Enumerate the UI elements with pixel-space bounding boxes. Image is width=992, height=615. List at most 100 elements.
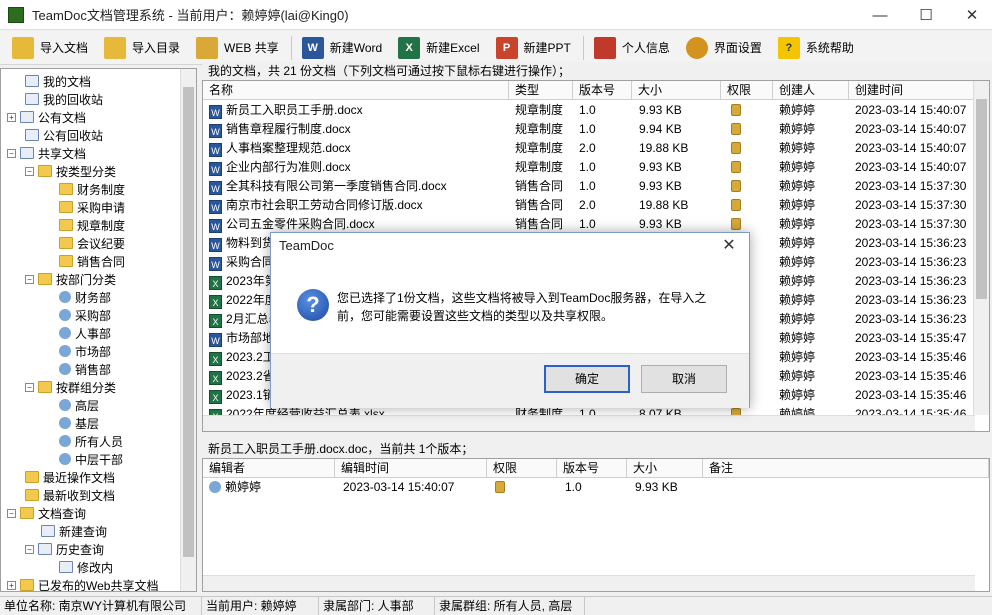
col-header-created-time[interactable]: 创建时间 — [849, 81, 975, 100]
version-hscrollbar[interactable] — [203, 575, 975, 591]
doc-creator: 赖婷婷 — [779, 198, 816, 212]
tree-item-new-query[interactable]: 新建查询 — [41, 522, 107, 540]
query-icon — [59, 561, 73, 573]
excel-file-icon: X — [209, 295, 222, 309]
doclist-scroll-thumb[interactable] — [976, 99, 987, 299]
tree-item-by-group[interactable]: − 按群组分类 — [25, 378, 116, 396]
ppt-icon: P — [495, 36, 518, 59]
department-icon — [59, 345, 71, 357]
col-header-v-version[interactable]: 版本号 — [557, 459, 627, 478]
collapse-icon[interactable]: − — [25, 382, 34, 392]
tree-item-shared-docs[interactable]: − 共享文档 — [7, 144, 86, 162]
col-header-edit-time[interactable]: 编辑时间 — [335, 459, 487, 478]
tree-item-finance-policy[interactable]: 财务制度 — [59, 180, 125, 198]
cancel-button[interactable]: 取消 — [641, 365, 727, 393]
doc-created-time: 2023-03-14 15:37:30 — [855, 217, 967, 231]
doc-name: W 人事档案整理规范.docx — [205, 139, 507, 158]
tree-item-meeting-notes[interactable]: 会议纪要 — [59, 234, 125, 252]
doc-creator: 赖婷婷 — [779, 331, 816, 345]
tree-item-modify[interactable]: 修改内 — [59, 558, 113, 576]
history-icon — [38, 543, 52, 555]
app-logo-icon — [8, 6, 24, 23]
web-share-icon — [196, 36, 219, 59]
doc-version: 2.0 — [579, 141, 596, 155]
tree-item-label: 最近操作文档 — [43, 470, 116, 485]
tree-item-label: 基层 — [75, 416, 100, 431]
import-file-button[interactable]: 导入文档 — [8, 33, 92, 63]
doclist-vscrollbar[interactable] — [973, 81, 989, 415]
tree-item-public-docs[interactable]: + 公有文档 — [7, 108, 86, 126]
minimize-button[interactable]: — — [857, 0, 903, 30]
tree-item-my-recycle[interactable]: 我的回收站 — [25, 90, 103, 108]
excel-file-icon: X — [209, 352, 222, 366]
collapse-icon[interactable]: − — [7, 148, 16, 158]
tree-item-finance-dept[interactable]: 财务部 — [59, 288, 111, 306]
collapse-icon[interactable]: − — [7, 508, 16, 518]
collapse-icon[interactable]: − — [25, 544, 34, 554]
tree-item-senior[interactable]: 高层 — [59, 396, 99, 414]
expand-icon[interactable]: + — [7, 580, 16, 590]
tree-item-by-dept[interactable]: − 按部门分类 — [25, 270, 116, 288]
collapse-icon[interactable]: − — [25, 166, 34, 176]
tree-item-public-recycle[interactable]: 公有回收站 — [25, 126, 103, 144]
web-share-button[interactable]: WEB 共享 — [192, 33, 283, 63]
help-icon: ? — [777, 36, 800, 59]
doc-created-time: 2023-03-14 15:36:23 — [855, 312, 967, 326]
new-word-label: 新建Word — [329, 41, 383, 55]
tree-item-rules[interactable]: 规章制度 — [59, 216, 125, 234]
tree-item-sales-contract[interactable]: 销售合同 — [59, 252, 125, 270]
version-editor[interactable]: 赖婷婷 — [205, 478, 335, 497]
expand-icon[interactable]: + — [7, 112, 16, 122]
status-company: 单位名称: 南京WY计算机有限公司 — [0, 597, 202, 615]
col-header-name[interactable]: 名称 — [203, 81, 509, 100]
maximize-button[interactable]: ☐ — [903, 0, 949, 30]
col-header-permission[interactable]: 权限 — [721, 81, 773, 100]
col-header-size[interactable]: 大小 — [632, 81, 721, 100]
tree-item-purchase-request[interactable]: 采购申请 — [59, 198, 125, 216]
tree-item-hr-dept[interactable]: 人事部 — [59, 324, 111, 342]
ui-settings-button[interactable]: 界面设置 — [682, 33, 766, 63]
web-share-label: WEB 共享 — [224, 41, 279, 55]
doc-created-time: 2023-03-14 15:40:07 — [855, 122, 967, 136]
import-folder-button[interactable]: 导入目录 — [100, 33, 184, 63]
help-button[interactable]: ? 系统帮助 — [774, 33, 858, 63]
doclist-hscrollbar[interactable] — [203, 415, 975, 431]
lock-icon — [731, 199, 741, 211]
close-window-button[interactable]: ✕ — [949, 0, 992, 30]
group-icon — [59, 453, 71, 465]
tree-item-web-shared[interactable]: + 已发布的Web共享文档 — [7, 576, 158, 591]
dialog-close-button[interactable]: ✕ — [717, 235, 741, 257]
tree-item-history-query[interactable]: − 历史查询 — [25, 540, 104, 558]
col-header-version[interactable]: 版本号 — [573, 81, 632, 100]
col-header-type[interactable]: 类型 — [509, 81, 573, 100]
tree-item-recent[interactable]: 最近操作文档 — [25, 468, 115, 486]
tree-item-middle[interactable]: 中层干部 — [59, 450, 123, 468]
tree-item-my-docs[interactable]: 我的文档 — [25, 72, 91, 90]
tree-scrollbar[interactable] — [180, 69, 196, 591]
collapse-icon[interactable]: − — [25, 274, 34, 284]
tree-item-received[interactable]: 最新收到文档 — [25, 486, 115, 504]
tree-scroll-thumb[interactable] — [183, 87, 194, 557]
personal-info-button[interactable]: 个人信息 — [590, 33, 674, 63]
new-word-button[interactable]: W 新建Word — [298, 33, 386, 63]
tree-item-market-dept[interactable]: 市场部 — [59, 342, 111, 360]
lock-icon — [731, 180, 741, 192]
tree-item-by-type[interactable]: − 按类型分类 — [25, 162, 116, 180]
new-ppt-button[interactable]: P 新建PPT — [492, 33, 575, 63]
version-editor-text: 赖婷婷 — [225, 480, 262, 494]
doc-created-time: 2023-03-14 15:35:47 — [855, 331, 967, 345]
col-header-creator[interactable]: 创建人 — [773, 81, 849, 100]
tree-item-junior[interactable]: 基层 — [59, 414, 99, 432]
col-header-v-size[interactable]: 大小 — [627, 459, 703, 478]
tree-item-label: 公有文档 — [38, 110, 87, 125]
tree-item-purchase-dept[interactable]: 采购部 — [59, 306, 111, 324]
tree-item-search[interactable]: − 文档查询 — [7, 504, 86, 522]
ok-button[interactable]: 确定 — [544, 365, 630, 393]
tree-item-all-staff[interactable]: 所有人员 — [59, 432, 123, 450]
col-header-editor[interactable]: 编辑者 — [203, 459, 335, 478]
new-excel-button[interactable]: X 新建Excel — [394, 33, 483, 63]
col-header-v-permission[interactable]: 权限 — [487, 459, 557, 478]
tree-item-sales-dept[interactable]: 销售部 — [59, 360, 111, 378]
tree-item-label: 按类型分类 — [56, 164, 117, 179]
col-header-note[interactable]: 备注 — [703, 459, 989, 478]
